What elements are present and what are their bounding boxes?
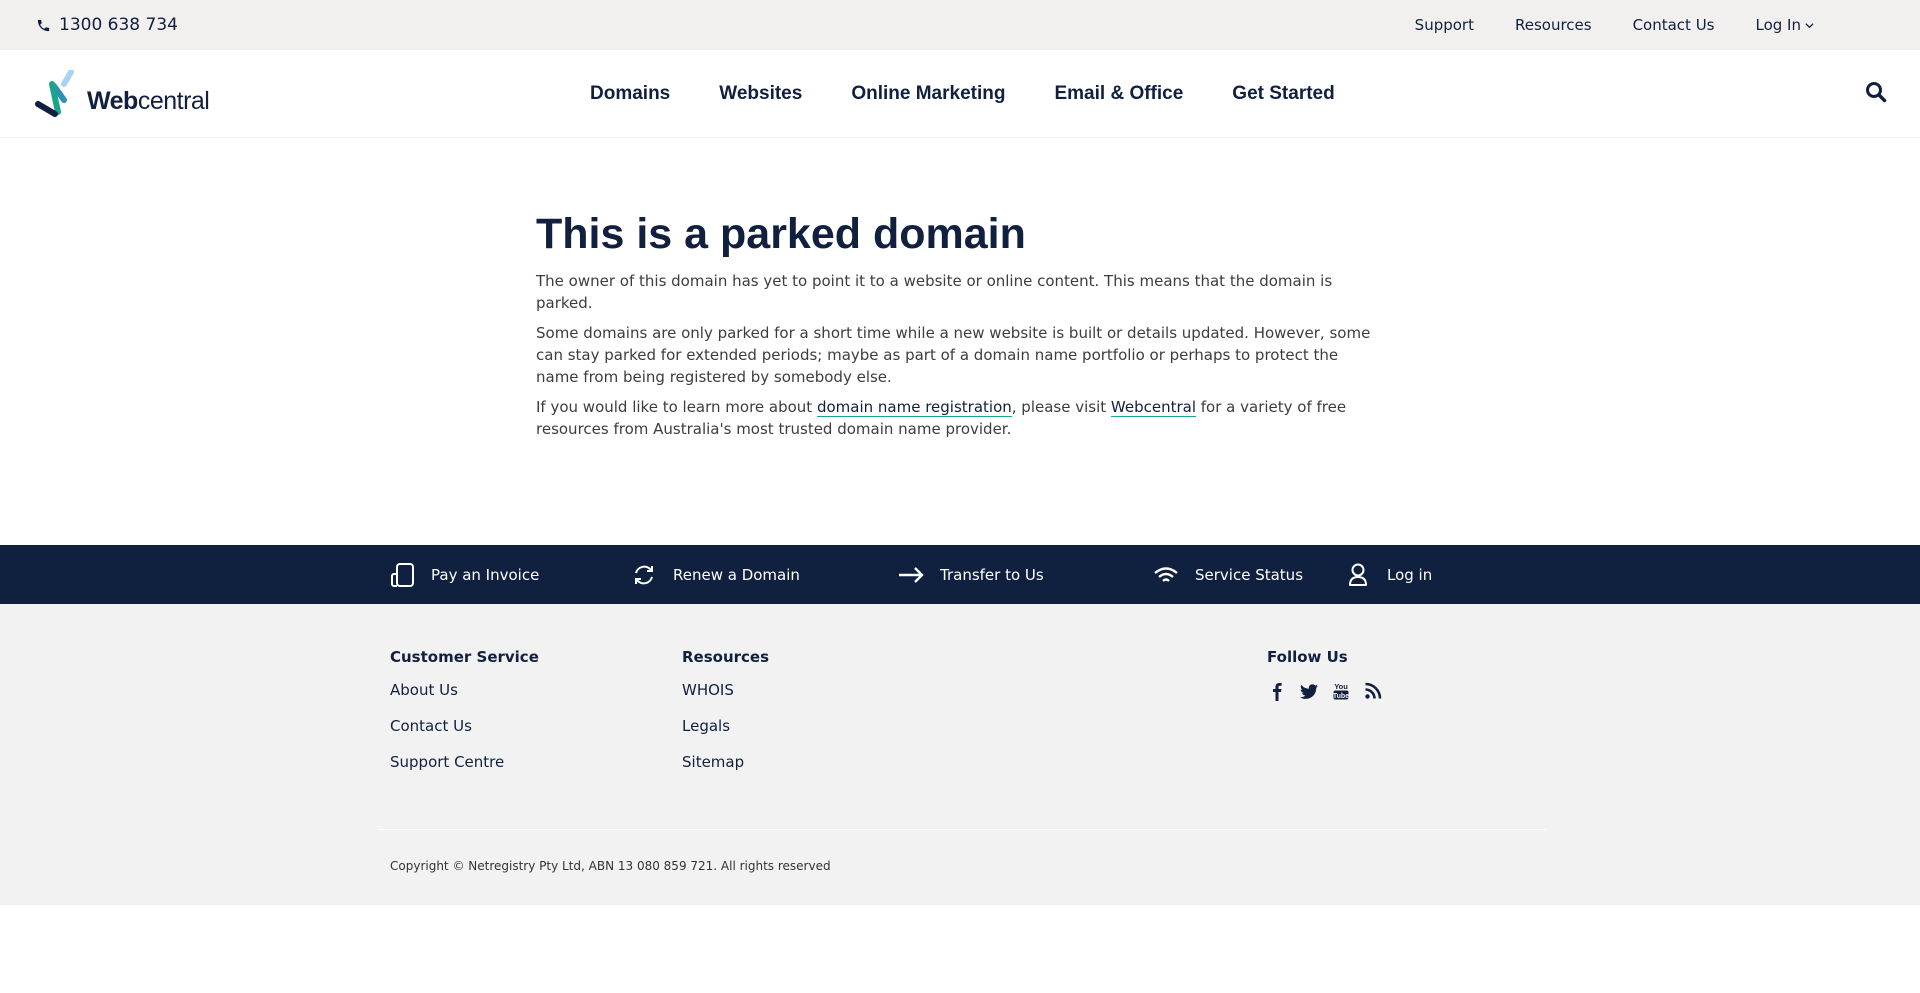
login-dropdown[interactable]: Log In: [1756, 16, 1815, 34]
social-links: You Tube: [1267, 681, 1383, 701]
login-label: Log In: [1755, 16, 1802, 34]
utility-links: Support Resources Contact Us Log In: [1374, 16, 1884, 34]
main-navigation: Webcentral Domains Websites Online Marke…: [0, 50, 1920, 138]
footer-contact-us-link[interactable]: Contact Us: [390, 717, 539, 735]
sitemap-link[interactable]: Sitemap: [682, 753, 769, 771]
arrow-right-icon: [899, 566, 924, 583]
about-us-link[interactable]: About Us: [390, 681, 539, 699]
logo-text: Webcentral: [87, 86, 210, 115]
transfer-link[interactable]: Transfer to Us: [898, 562, 1044, 588]
domain-registration-link[interactable]: domain name registration: [816, 398, 1012, 417]
svg-text:Tube: Tube: [1333, 693, 1349, 700]
phone-icon: [37, 19, 50, 31]
phone-link[interactable]: 1300 638 734: [36, 15, 178, 35]
user-icon: [1349, 563, 1367, 586]
customer-service-column: Customer Service About Us Contact Us Sup…: [390, 648, 539, 789]
service-status-link[interactable]: Service Status: [1153, 562, 1303, 588]
learn-more-paragraph: If you would like to learn more about do…: [536, 398, 1347, 438]
webcentral-link[interactable]: Webcentral: [1110, 398, 1196, 417]
contact-us-link[interactable]: Contact Us: [1633, 16, 1715, 34]
page-title: This is a parked domain: [536, 210, 1026, 258]
nav-online-marketing[interactable]: Online Marketing: [851, 83, 1005, 105]
top-utility-bar: 1300 638 734 Support Resources Contact U…: [0, 0, 1920, 50]
logo-mark-icon: [35, 69, 74, 117]
follow-us-heading: Follow Us: [1267, 648, 1348, 666]
resources-column: Resources WHOIS Legals Sitemap: [682, 648, 769, 789]
primary-nav: Domains Websites Online Marketing Email …: [590, 50, 1384, 138]
copyright-text: Copyright © Netregistry Pty Ltd, ABN 13 …: [390, 859, 831, 873]
youtube-icon[interactable]: You Tube: [1331, 681, 1351, 701]
footer-divider: [378, 829, 1546, 830]
quick-links-bar: Pay an Invoice Renew a Domain Transfer t…: [0, 545, 1920, 604]
twitter-icon[interactable]: [1299, 681, 1319, 701]
support-link[interactable]: Support: [1415, 16, 1474, 34]
footer: Customer Service About Us Contact Us Sup…: [0, 604, 1920, 905]
nav-websites[interactable]: Websites: [719, 83, 802, 105]
svg-text:You: You: [1334, 682, 1348, 691]
follow-us-column: Follow Us You Tube: [1267, 648, 1383, 701]
search-icon[interactable]: [1864, 80, 1888, 104]
quick-login-link[interactable]: Log in: [1345, 562, 1432, 588]
nav-domains[interactable]: Domains: [590, 83, 670, 105]
intro-paragraph: The owner of this domain has yet to poin…: [536, 272, 1333, 312]
chevron-down-icon: [1805, 22, 1814, 28]
parked-domain-content: This is a parked domain The owner of thi…: [536, 138, 1381, 545]
phone-number: 1300 638 734: [59, 15, 178, 35]
invoice-icon: [391, 562, 414, 587]
rss-icon[interactable]: [1363, 681, 1383, 701]
resources-link[interactable]: Resources: [1515, 16, 1592, 34]
nav-email-office[interactable]: Email & Office: [1054, 83, 1183, 105]
renew-icon: [635, 565, 653, 584]
legals-link[interactable]: Legals: [682, 717, 769, 735]
wifi-icon: [1154, 566, 1178, 582]
nav-get-started[interactable]: Get Started: [1232, 83, 1334, 105]
resources-heading: Resources: [682, 648, 770, 666]
webcentral-logo[interactable]: Webcentral: [35, 69, 210, 118]
facebook-icon[interactable]: [1267, 681, 1287, 701]
support-centre-link[interactable]: Support Centre: [390, 753, 539, 771]
customer-service-heading: Customer Service: [390, 648, 539, 666]
renew-domain-link[interactable]: Renew a Domain: [631, 562, 800, 588]
pay-invoice-link[interactable]: Pay an Invoice: [389, 562, 539, 588]
details-paragraph: Some domains are only parked for a short…: [536, 324, 1371, 386]
whois-link[interactable]: WHOIS: [682, 681, 769, 699]
